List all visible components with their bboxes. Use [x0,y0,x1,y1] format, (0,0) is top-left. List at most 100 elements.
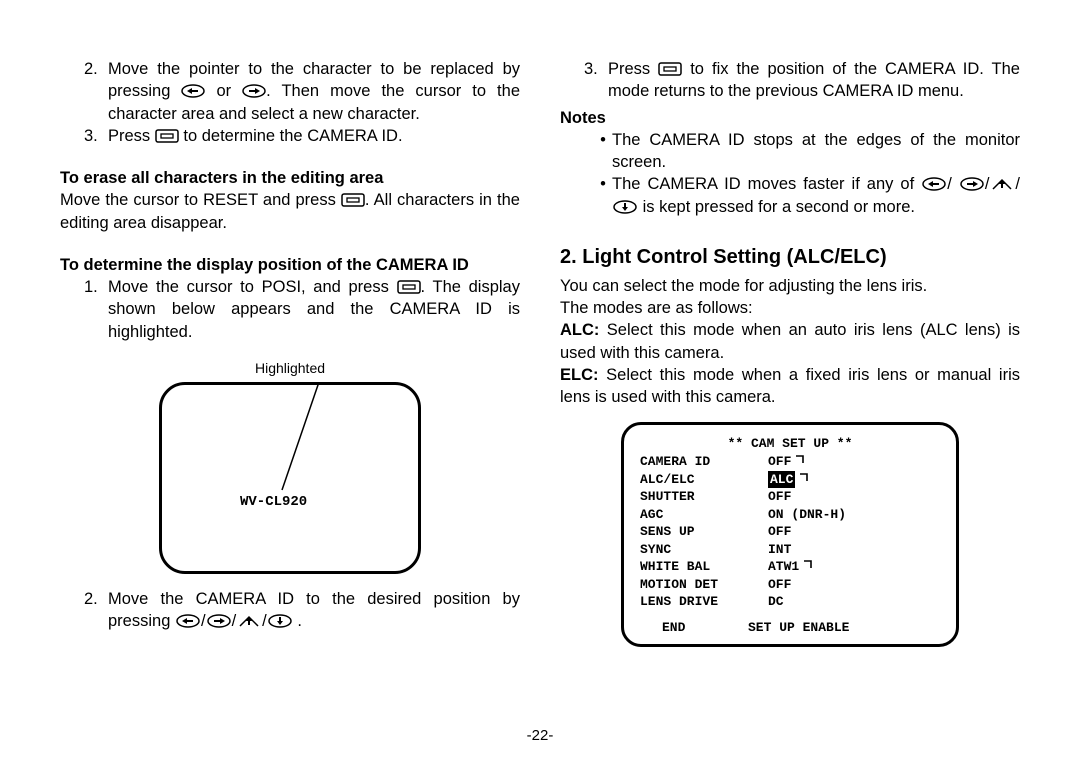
elc-paragraph: ELC: Select this mode when a fixed iris … [560,364,1020,409]
menu-row-value: ON (DNR-H) [768,506,846,524]
list-number: 2. [84,588,108,633]
arrow-up-icon [990,177,1014,191]
callout-line-icon [279,382,359,492]
list-number: 1. [84,276,108,343]
text: . [297,612,302,630]
menu-row: ALC/ELCALC [640,471,940,489]
note-2: • The CAMERA ID moves faster if any of /… [594,173,1020,218]
notes-heading: Notes [560,107,1020,129]
submenu-hook-icon [799,473,809,483]
text: Press [608,60,650,78]
menu-row-value: OFF [768,523,791,541]
menu-title: ** CAM SET UP ** [640,435,940,453]
menu-row-value: ATW1 [768,558,813,576]
alc-paragraph: ALC: Select this mode when an auto iris … [560,319,1020,364]
section-headline: 2. Light Control Setting (ALC/ELC) [560,244,1020,271]
menu-end: END [662,619,748,637]
nav-button-icon [397,280,421,294]
diagram-text: WV-CL920 [240,493,307,512]
cam-setup-menu: ** CAM SET UP ** CAMERA IDOFFALC/ELCALCS… [621,422,959,647]
nav-button-icon [155,129,179,143]
text: Move the cursor to POSI, and press [108,278,389,296]
diagram-screen: WV-CL920 [159,382,421,574]
menu-row-label: AGC [640,506,768,524]
notes-list: • The CAMERA ID stops at the edges of th… [584,129,1020,218]
position-heading: To determine the display position of the… [60,254,520,276]
menu-row: CAMERA IDOFF [640,453,940,471]
erase-heading: To erase all characters in the editing a… [60,167,520,189]
step-3-body: Press to determine the CAMERA ID. [108,125,520,147]
arrow-left-icon [176,614,200,628]
menu-row: LENS DRIVEDC [640,593,940,611]
submenu-hook-icon [803,560,813,570]
menu-row-value: OFF [768,488,791,506]
menu-row-label: WHITE BAL [640,558,768,576]
text: . Then move the cursor to the character … [108,82,520,122]
alc-label: ALC: [560,321,599,339]
right-step-3: 3. Press to fix the position of the CAME… [584,58,1020,103]
position-list-2: 2. Move the CAMERA ID to the desired pos… [84,588,520,633]
intro-2: The modes are as follows: [560,297,1020,319]
menu-row-label: SENS UP [640,523,768,541]
menu-row-value: INT [768,541,791,559]
list-number: 3. [84,125,108,147]
position-list: 1. Move the cursor to POSI, and press . … [84,276,520,343]
menu-bottom-row: END SET UP ENABLE [640,619,940,637]
note-1: • The CAMERA ID stops at the edges of th… [594,129,1020,174]
note-2-body: The CAMERA ID moves faster if any of / /… [612,173,1020,218]
step-2-body: Move the pointer to the character to be … [108,58,520,125]
two-column-layout: 2. Move the pointer to the character to … [60,58,1020,727]
menu-rows: CAMERA IDOFFALC/ELCALCSHUTTEROFFAGCON (D… [640,453,940,611]
menu-row-value: OFF [768,453,805,471]
intro-1: You can select the mode for adjusting th… [560,275,1020,297]
text: Press [108,127,150,145]
text: or [216,82,231,100]
arrow-left-icon [181,84,205,98]
right-list: 3. Press to fix the position of the CAME… [584,58,1020,103]
text: Select this mode when a fixed iris lens … [560,366,1020,406]
text: is kept pressed for a second or more. [643,198,915,216]
menu-row-value: OFF [768,576,791,594]
pos-step-2-body: Move the CAMERA ID to the desired positi… [108,588,520,633]
text: The CAMERA ID moves faster if any of [612,175,914,193]
menu-row: SENS UPOFF [640,523,940,541]
arrow-right-icon [207,614,231,628]
text: Move the CAMERA ID to the desired positi… [108,590,520,630]
pos-step-1-body: Move the cursor to POSI, and press . The… [108,276,520,343]
diagram: Highlighted WV-CL920 [60,345,520,574]
menu-row-label: CAMERA ID [640,453,768,471]
nav-button-icon [658,62,682,76]
menu-row-value: ALC [768,471,809,489]
menu-row-value: DC [768,593,784,611]
text: Select this mode when an auto iris lens … [560,321,1020,361]
arrow-right-icon [960,177,984,191]
menu-row-label: SHUTTER [640,488,768,506]
pos-step-2: 2. Move the CAMERA ID to the desired pos… [84,588,520,633]
arrow-down-icon [268,614,292,628]
bullet-dot-icon: • [594,173,612,218]
highlighted-label: Highlighted [255,359,325,378]
menu-row-label: ALC/ELC [640,471,768,489]
arrow-left-icon [922,177,946,191]
step-2: 2. Move the pointer to the character to … [84,58,520,125]
menu-enable: SET UP ENABLE [748,619,849,637]
menu-row-label: SYNC [640,541,768,559]
text: Move the cursor to RESET and press [60,191,336,209]
list-number: 2. [84,58,108,125]
arrow-right-icon [242,84,266,98]
menu-row-label: LENS DRIVE [640,593,768,611]
list-number: 3. [584,58,608,103]
menu-row: MOTION DETOFF [640,576,940,594]
arrow-down-icon [613,200,637,214]
text: to determine the CAMERA ID. [183,127,402,145]
left-list: 2. Move the pointer to the character to … [84,58,520,147]
left-column: 2. Move the pointer to the character to … [60,58,520,727]
menu-row: SHUTTEROFF [640,488,940,506]
menu-row: AGCON (DNR-H) [640,506,940,524]
submenu-hook-icon [795,455,805,465]
right-step-3-body: Press to fix the position of the CAMERA … [608,58,1020,103]
menu-row-label: MOTION DET [640,576,768,594]
bullet-dot-icon: • [594,129,612,174]
note-1-body: The CAMERA ID stops at the edges of the … [612,129,1020,174]
page-number: -22- [60,727,1020,746]
